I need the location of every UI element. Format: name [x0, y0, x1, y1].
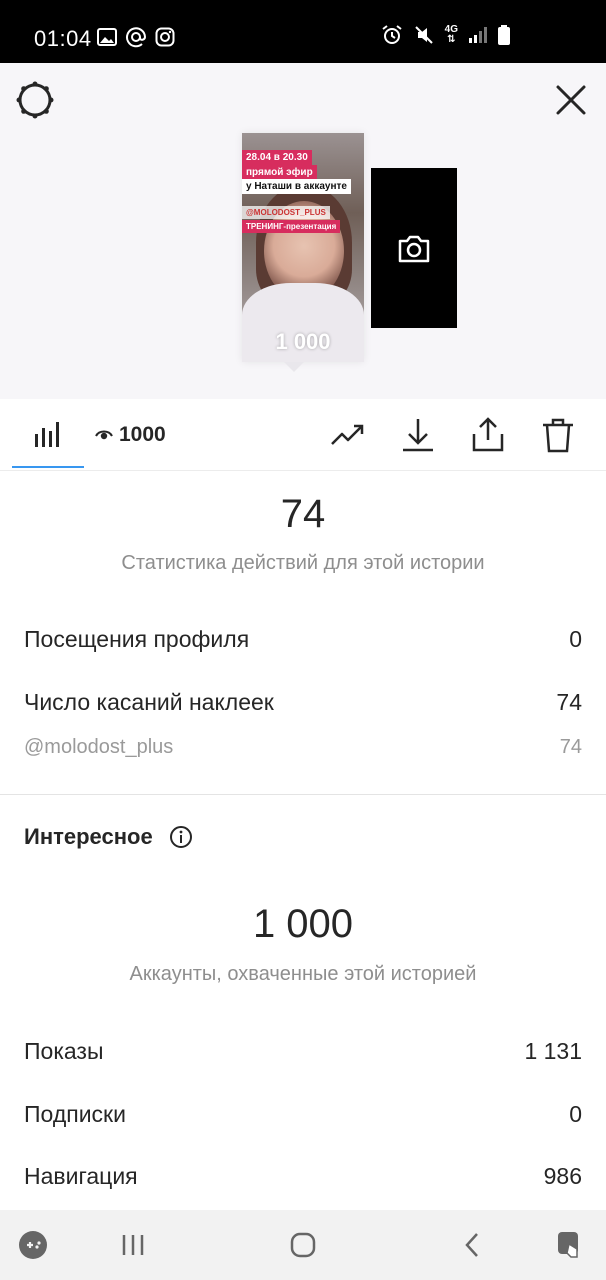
story-tag: прямой эфир [242, 165, 317, 180]
viewers-button[interactable]: 1000 [95, 423, 166, 447]
reach-caption: Аккаунты, охваченные этой историей [129, 963, 477, 985]
stat-value: 74 [559, 736, 582, 758]
stat-row: Подписки 0 [24, 1101, 582, 1128]
status-time: 01:04 [34, 26, 92, 51]
close-icon[interactable] [552, 81, 590, 119]
stat-row: Показы 1 131 [24, 1038, 582, 1065]
info-icon[interactable] [169, 825, 193, 849]
story-sticker-mention: @MOLODOST_PLUS [242, 206, 330, 219]
alarm-icon [382, 25, 402, 44]
tab-insights[interactable] [12, 400, 84, 468]
story-tag: ТРЕНИНГ-презентация [242, 220, 341, 233]
actions-total: 74 [280, 492, 326, 536]
recent-apps-icon[interactable] [117, 1229, 149, 1261]
section-divider [0, 794, 606, 795]
story-toolbar: 1000 [0, 400, 606, 471]
back-icon[interactable] [457, 1229, 489, 1261]
stat-row: Число касаний наклеек 74 [24, 689, 582, 716]
active-tab-indicator [12, 466, 84, 468]
stat-label: Подписки [24, 1101, 126, 1127]
section-title-text: Интересное [24, 824, 153, 849]
selected-story-indicator [284, 362, 304, 372]
game-launcher-icon[interactable] [17, 1229, 49, 1261]
story-view-count-overlay: 1 000 [275, 329, 331, 354]
actions-caption: Статистика действий для этой истории [121, 552, 485, 574]
stat-value: 0 [569, 626, 582, 652]
image-icon [97, 28, 117, 46]
story-tag: 28.04 в 20.30 [242, 150, 312, 165]
views-count: 1000 [119, 423, 166, 446]
mute-icon [414, 26, 433, 44]
at-icon [126, 27, 147, 48]
trending-icon[interactable] [329, 416, 367, 454]
stat-row: Посещения профиля 0 [24, 626, 582, 653]
share-icon[interactable] [469, 416, 507, 454]
stat-label: Показы [24, 1038, 104, 1064]
eye-icon [95, 430, 113, 440]
add-story-thumbnail[interactable] [371, 168, 457, 328]
battery-icon [498, 25, 510, 45]
status-bar: 01:04 4G ⇅ [0, 0, 606, 63]
story-preview-area: 28.04 в 20.30 прямой эфир у Наташи в акк… [0, 63, 606, 399]
download-icon[interactable] [399, 416, 437, 454]
signal-icon [469, 27, 487, 43]
stat-subrow: @molodost_plus 74 [24, 736, 582, 759]
stat-value: 0 [569, 1101, 582, 1127]
stat-row: Навигация 986 [24, 1163, 582, 1190]
reach-total: 1 000 [252, 902, 354, 946]
screenshot-icon[interactable] [555, 1229, 587, 1261]
discovery-section-title: Интересное [24, 824, 193, 850]
bar-chart-icon [35, 422, 59, 447]
stat-value: 74 [556, 689, 582, 715]
stat-label: Навигация [24, 1163, 138, 1189]
instagram-icon [155, 27, 175, 47]
stat-label: Число касаний наклеек [24, 689, 274, 715]
story-thumbnail[interactable]: 28.04 в 20.30 прямой эфир у Наташи в акк… [242, 133, 364, 362]
system-nav-bar [0, 1210, 606, 1280]
camera-icon [398, 235, 430, 263]
story-tag: у Наташи в аккаунте [242, 179, 351, 194]
home-icon[interactable] [287, 1229, 319, 1261]
stat-value: 1 131 [524, 1038, 582, 1064]
trash-icon[interactable] [539, 416, 577, 454]
stat-value: 986 [543, 1163, 582, 1189]
network-4g-icon: 4G ⇅ [444, 24, 458, 45]
stat-label: Посещения профиля [24, 626, 250, 652]
stat-label: @molodost_plus [24, 736, 174, 758]
gear-icon[interactable] [14, 79, 56, 121]
